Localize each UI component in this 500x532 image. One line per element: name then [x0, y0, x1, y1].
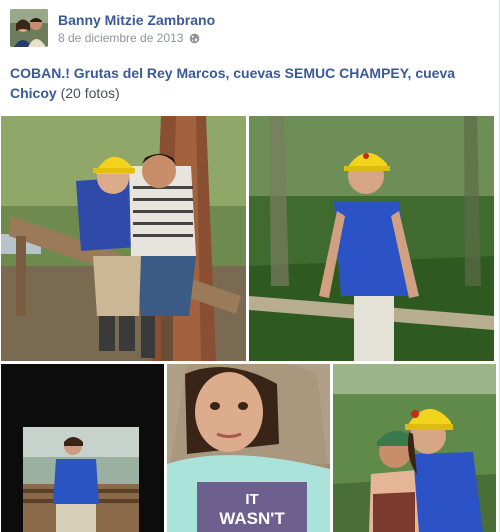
post-meta: 8 de diciembre de 2013 [58, 31, 200, 45]
globe-icon[interactable] [189, 33, 200, 44]
photo-count: (20 fotos) [60, 85, 120, 101]
author-avatar[interactable] [10, 9, 48, 47]
shirt-text-line2: WASN'T [219, 509, 285, 528]
feed-post: Banny Mitzie Zambrano 8 de diciembre de … [0, 0, 500, 532]
shirt-text-line1: IT [245, 491, 258, 508]
album-photo-1[interactable] [1, 116, 246, 361]
photo-two-women [333, 364, 496, 532]
post-date-link[interactable]: 8 de diciembre de 2013 [58, 31, 183, 45]
photo-couple-bench [1, 116, 246, 361]
photo-selfie-closeup: IT WASN'T [167, 364, 330, 532]
album-title: COBAN.! Grutas del Rey Marcos, cuevas SE… [10, 63, 490, 103]
photo-woman-railing [249, 116, 494, 361]
avatar-image [10, 9, 48, 47]
photo-woman-window [1, 364, 164, 532]
album-photo-5[interactable] [333, 364, 496, 532]
album-photo-2[interactable] [249, 116, 494, 361]
album-photo-3[interactable] [1, 364, 164, 532]
album-photo-4[interactable]: IT WASN'T [167, 364, 330, 532]
author-name-link[interactable]: Banny Mitzie Zambrano [58, 12, 215, 28]
